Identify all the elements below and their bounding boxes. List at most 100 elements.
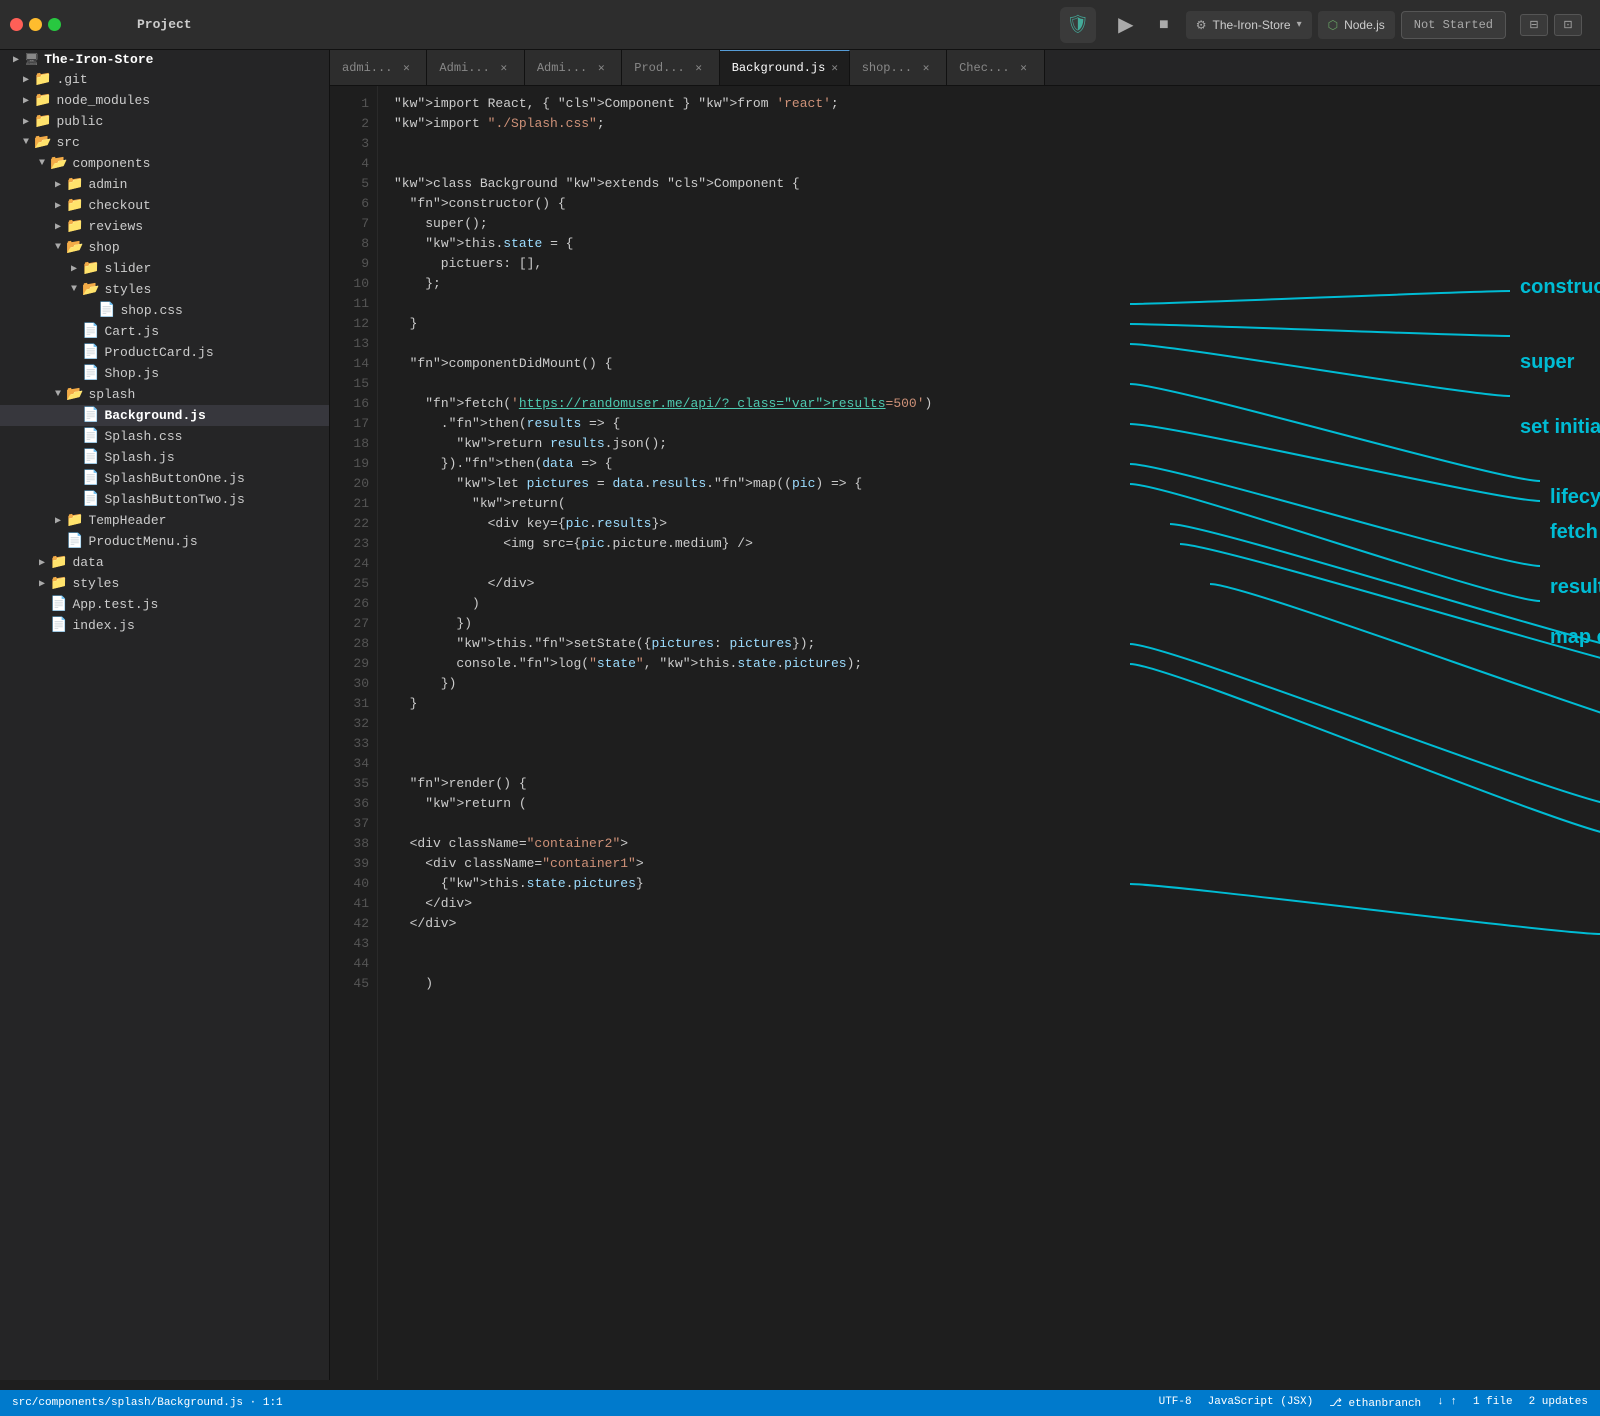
code-line-14: "fn">componentDidMount() {: [394, 354, 1600, 374]
tree-item-reviews[interactable]: ▶📁reviews: [0, 216, 329, 237]
stop-button[interactable]: ■: [1148, 9, 1180, 41]
file-icon: 📄: [82, 407, 99, 424]
tree-item-tempheader[interactable]: ▶📁TempHeader: [0, 510, 329, 531]
tree-label: components: [72, 156, 150, 171]
tree-item-public[interactable]: ▶📁public: [0, 111, 329, 132]
file-icon: 📁: [66, 512, 83, 529]
tab-close-icon[interactable]: ✕: [593, 60, 609, 76]
tree-item-admin[interactable]: ▶📁admin: [0, 174, 329, 195]
tab-background-js[interactable]: Background.js ✕: [720, 50, 850, 85]
code-line-39: <div className="container1">: [394, 854, 1600, 874]
code-line-40: {"kw">this.state.pictures}: [394, 874, 1600, 894]
file-tree: ▶ 🖥 The-Iron-Store ▶📁.git▶📁node_modules▶…: [0, 50, 330, 1380]
expand-arrow: ▼: [34, 158, 50, 169]
code-line-33: [394, 734, 1600, 754]
code-editor[interactable]: "kw">import React, { "cls">Component } "…: [378, 86, 1600, 1380]
tree-label: data: [72, 555, 103, 570]
play-button[interactable]: ▶: [1110, 9, 1142, 41]
tab-admi---[interactable]: Admi...✕: [427, 50, 524, 85]
tree-label: Splash.js: [104, 450, 174, 465]
tab-chec---[interactable]: Chec...✕: [947, 50, 1044, 85]
tree-label: Cart.js: [104, 324, 159, 339]
tree-item-splashbuttontwo-js[interactable]: 📄SplashButtonTwo.js: [0, 489, 329, 510]
sidebar-toggle-button[interactable]: ⊟: [1520, 14, 1548, 36]
tree-item-cart-js[interactable]: 📄Cart.js: [0, 321, 329, 342]
code-line-25: </div>: [394, 574, 1600, 594]
expand-arrow: ▶: [50, 200, 66, 212]
tree-item-shop-js[interactable]: 📄Shop.js: [0, 363, 329, 384]
code-line-24: [394, 554, 1600, 574]
tree-item-splashbuttonone-js[interactable]: 📄SplashButtonOne.js: [0, 468, 329, 489]
tree-item-index-js[interactable]: 📄index.js: [0, 615, 329, 636]
tree-label: slider: [104, 261, 151, 276]
file-count: 1 file: [1473, 1396, 1513, 1410]
file-icon: 📂: [66, 386, 83, 403]
updates[interactable]: 2 updates: [1529, 1396, 1588, 1410]
file-icon: 📂: [66, 239, 83, 256]
code-line-44: [394, 954, 1600, 974]
tree-item-data[interactable]: ▶📁data: [0, 552, 329, 573]
tree-label: TempHeader: [88, 513, 166, 528]
code-line-9: pictuers: [],: [394, 254, 1600, 274]
project-selector[interactable]: ⚙ The-Iron-Store ▾: [1186, 11, 1312, 39]
tab-admi---[interactable]: admi...✕: [330, 50, 427, 85]
code-line-20: "kw">let pictures = data.results."fn">ma…: [394, 474, 1600, 494]
tree-item-components[interactable]: ▼📂components: [0, 153, 329, 174]
sidebar-root[interactable]: ▶ 🖥 The-Iron-Store: [0, 50, 329, 69]
tree-item-splash-js[interactable]: 📄Splash.js: [0, 447, 329, 468]
tree-item-styles[interactable]: ▶📁styles: [0, 573, 329, 594]
tree-item-productmenu-js[interactable]: 📄ProductMenu.js: [0, 531, 329, 552]
tree-item-checkout[interactable]: ▶📁checkout: [0, 195, 329, 216]
tab-close-icon[interactable]: ✕: [1016, 60, 1032, 76]
tab-close-icon[interactable]: ✕: [398, 60, 414, 76]
tree-item-productcard-js[interactable]: 📄ProductCard.js: [0, 342, 329, 363]
tab-close-icon[interactable]: ✕: [831, 60, 838, 76]
tab-admi---[interactable]: Admi...✕: [525, 50, 622, 85]
code-line-1: "kw">import React, { "cls">Component } "…: [394, 94, 1600, 114]
file-icon: 📁: [50, 575, 67, 592]
tree-item-shop[interactable]: ▼📂shop: [0, 237, 329, 258]
code-line-37: [394, 814, 1600, 834]
code-line-16: "fn">fetch('https://randomuser.me/api/? …: [394, 394, 1600, 414]
tab-close-icon[interactable]: ✕: [496, 60, 512, 76]
tree-label: styles: [104, 282, 151, 297]
tree-label: node_modules: [56, 93, 150, 108]
tabs-bar: admi...✕Admi...✕Admi...✕Prod...✕Backgrou…: [330, 50, 1600, 86]
encoding[interactable]: UTF-8: [1159, 1396, 1192, 1410]
expand-arrow: ▶: [18, 74, 34, 86]
file-icon: 📂: [82, 281, 99, 298]
language[interactable]: JavaScript (JSX): [1208, 1396, 1314, 1410]
tree-item-shop-css[interactable]: 📄shop.css: [0, 300, 329, 321]
tree-item-splash[interactable]: ▼📂splash: [0, 384, 329, 405]
root-label: The-Iron-Store: [44, 52, 153, 67]
run-status: Not Started: [1401, 11, 1506, 39]
tree-item--git[interactable]: ▶📁.git: [0, 69, 329, 90]
code-line-41: </div>: [394, 894, 1600, 914]
tree-item-src[interactable]: ▼📂src: [0, 132, 329, 153]
tree-item-background-js[interactable]: 📄Background.js: [0, 405, 329, 426]
tree-item-splash-css[interactable]: 📄Splash.css: [0, 426, 329, 447]
code-line-30: }): [394, 674, 1600, 694]
tab-shop---[interactable]: shop...✕: [850, 50, 947, 85]
tree-item-styles[interactable]: ▼📂styles: [0, 279, 329, 300]
tree-item-node-modules[interactable]: ▶📁node_modules: [0, 90, 329, 111]
expand-arrow: ▼: [50, 389, 66, 400]
monitor-icon: 🖥: [24, 52, 39, 67]
file-icon: 📄: [50, 596, 67, 613]
editor-area: admi...✕Admi...✕Admi...✕Prod...✕Backgrou…: [330, 50, 1600, 1380]
shield-icon[interactable]: 🛡: [1060, 7, 1096, 43]
node-selector[interactable]: ⬡ Node.js: [1318, 11, 1395, 39]
branch[interactable]: ⎇ ethanbranch: [1329, 1396, 1421, 1410]
file-icon: 📁: [34, 113, 51, 130]
code-line-19: })."fn">then(data => {: [394, 454, 1600, 474]
expand-arrow: ▶: [34, 557, 50, 569]
expand-arrow: ▼: [50, 242, 66, 253]
tab-prod---[interactable]: Prod...✕: [622, 50, 719, 85]
tree-item-slider[interactable]: ▶📁slider: [0, 258, 329, 279]
tab-close-icon[interactable]: ✕: [691, 60, 707, 76]
expand-arrow: ▶: [18, 116, 34, 128]
tab-close-icon[interactable]: ✕: [918, 60, 934, 76]
panel-toggle-button[interactable]: ⊡: [1554, 14, 1582, 36]
tab-label: Background.js: [732, 61, 826, 75]
tree-item-app-test-js[interactable]: 📄App.test.js: [0, 594, 329, 615]
